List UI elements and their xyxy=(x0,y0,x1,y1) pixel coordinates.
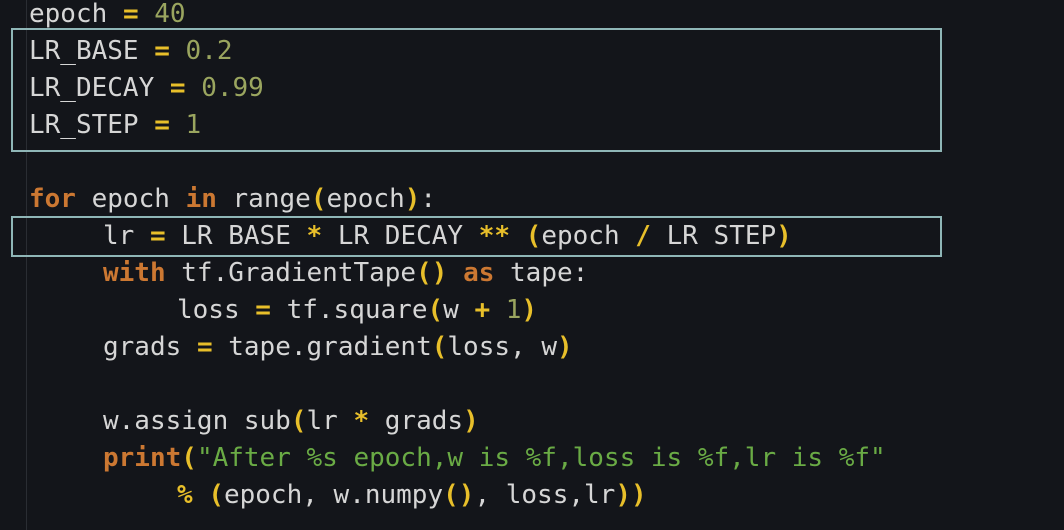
highlight-box-lr-formula xyxy=(11,216,942,257)
string-literal: "After %s epoch,w is %f,loss is %f,lr is… xyxy=(196,443,886,473)
paren: ) xyxy=(556,332,573,362)
function-call: tf.GradientTape xyxy=(181,258,417,288)
identifier: grads xyxy=(103,332,182,362)
paren: ) xyxy=(463,406,479,436)
code-line-12: % (epoch, w.numpy(), loss,lr)) xyxy=(29,477,647,514)
identifier: grads xyxy=(384,406,464,436)
operator: + xyxy=(474,295,491,325)
colon: : xyxy=(572,258,589,288)
operator: % xyxy=(177,480,193,510)
keyword: print xyxy=(103,443,182,473)
operator: = xyxy=(255,295,271,325)
code-line-8: loss = tf.square(w + 1) xyxy=(29,292,537,329)
arguments: , loss,lr xyxy=(474,480,616,510)
identifier: loss xyxy=(177,295,240,325)
paren: ( xyxy=(181,443,197,473)
code-line-5: for epoch in range(epoch): xyxy=(29,181,436,218)
paren: ) xyxy=(404,184,421,214)
number-literal: 1 xyxy=(505,295,522,325)
keyword: with xyxy=(103,258,166,288)
keyword: for xyxy=(29,184,76,214)
code-editor[interactable]: epoch = 40 LR_BASE = 0.2 LR_DECAY = 0.99… xyxy=(0,0,1064,530)
code-line-7: with tf.GradientTape() as tape: xyxy=(29,255,588,292)
operator: = xyxy=(122,0,139,29)
number-literal: 40 xyxy=(154,0,186,29)
paren: ( xyxy=(208,480,224,510)
function-call: tape.gradient xyxy=(228,332,432,362)
identifier: epoch xyxy=(29,0,108,29)
keyword: in xyxy=(185,184,217,214)
arguments: loss, w xyxy=(447,332,557,362)
paren: ( xyxy=(431,332,448,362)
function-call: w.assign sub xyxy=(103,406,291,436)
operator: * xyxy=(353,406,370,436)
code-line-10: w.assign sub(lr * grads) xyxy=(29,403,479,440)
operator: = xyxy=(196,332,213,362)
paren: () xyxy=(416,258,448,288)
highlight-box-constants xyxy=(11,28,942,152)
identifier: lr xyxy=(306,406,338,436)
identifier: epoch xyxy=(91,184,170,214)
paren: ( xyxy=(310,184,327,214)
paren: ) xyxy=(521,295,538,325)
paren: )) xyxy=(615,480,647,510)
arguments: epoch, w.numpy xyxy=(223,480,444,510)
keyword: as xyxy=(463,258,495,288)
identifier: w xyxy=(443,295,459,325)
identifier: epoch xyxy=(326,184,405,214)
paren: ( xyxy=(290,406,307,436)
function-call: tf.square xyxy=(286,295,428,325)
paren: ( xyxy=(427,295,444,325)
identifier: tape xyxy=(510,258,573,288)
paren: () xyxy=(443,480,475,510)
colon: : xyxy=(420,184,437,214)
code-line-11: print("After %s epoch,w is %f,loss is %f… xyxy=(29,440,886,477)
code-line-9: grads = tape.gradient(loss, w) xyxy=(29,329,573,366)
function-name: range xyxy=(232,184,311,214)
